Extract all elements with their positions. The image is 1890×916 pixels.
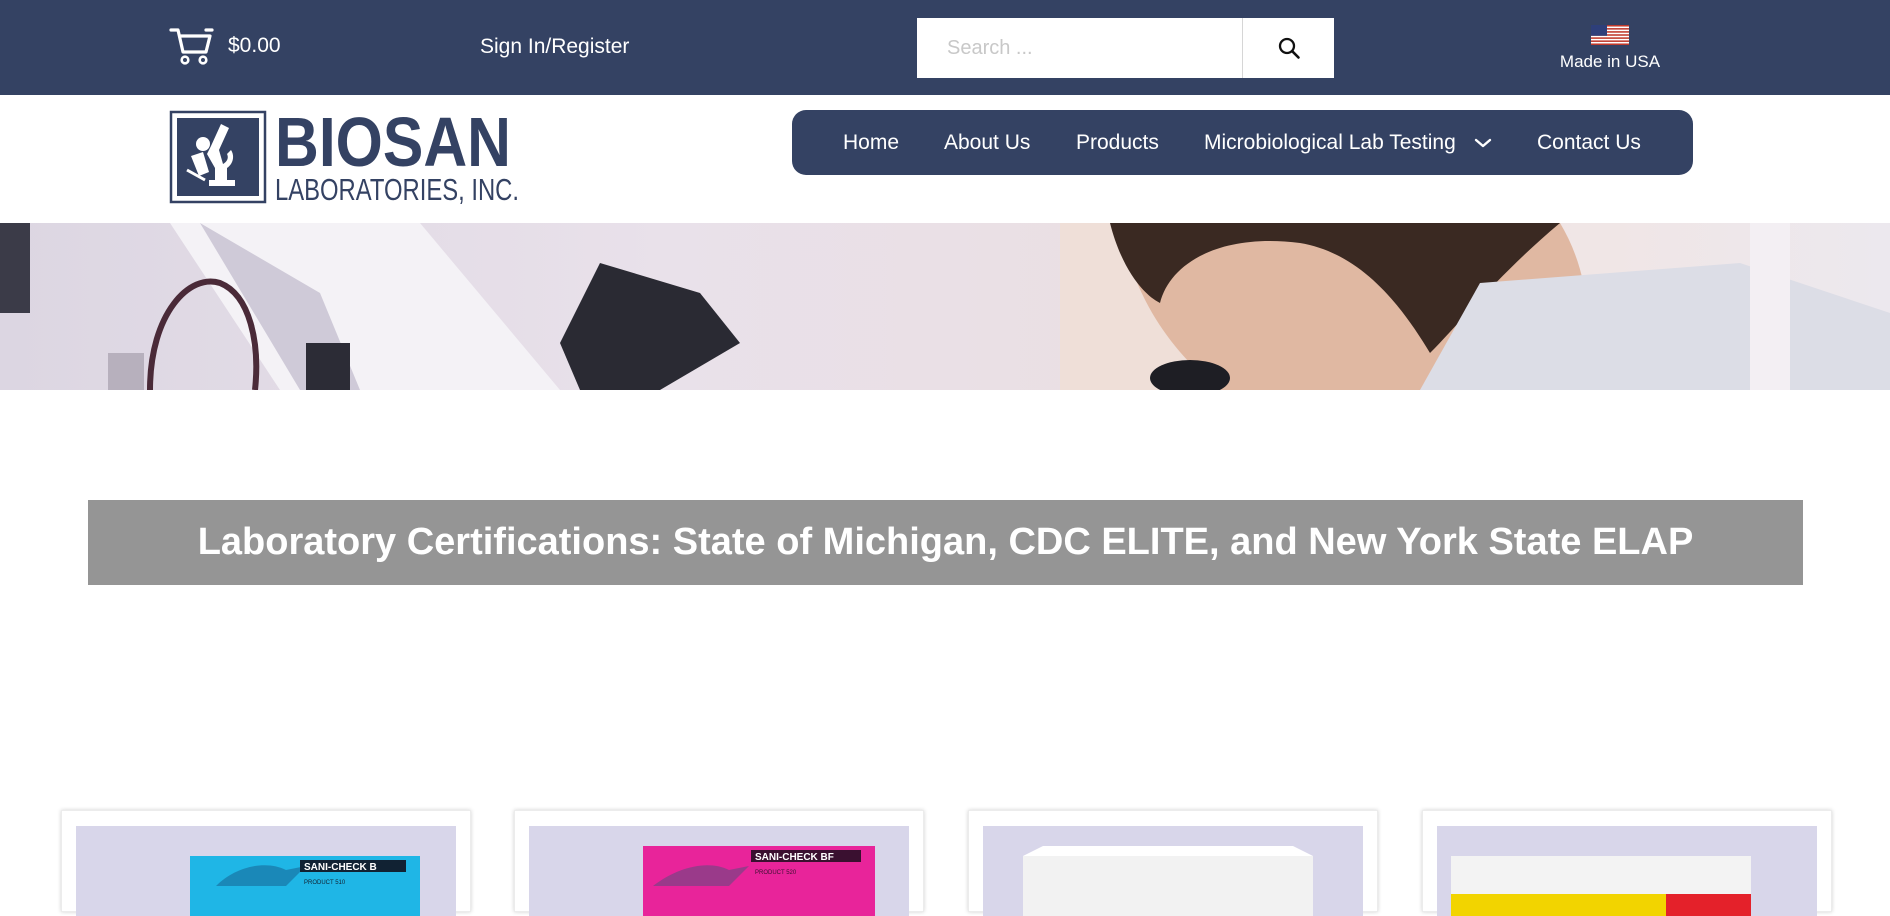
nav-about-us[interactable]: About Us — [944, 131, 1030, 155]
nav-microbiological-lab-testing-label: Microbiological Lab Testing — [1204, 131, 1456, 154]
product-box — [1023, 856, 1313, 916]
chevron-down-icon — [1474, 139, 1491, 148]
logo-subtitle: LABORATORIES, INC. — [275, 172, 519, 207]
product-box-label: SANI-CHECK B — [304, 862, 377, 873]
product-image: SANI-CHECK BF PRODUCT 520 — [529, 826, 909, 916]
top-bar: $0.00 Sign In/Register Made in USA — [0, 0, 1890, 95]
nav-microbiological-lab-testing[interactable]: Microbiological Lab Testing — [1204, 131, 1492, 155]
cart-total: $0.00 — [228, 34, 281, 57]
product-image: SANI-CHECK B PRODUCT 510 — [76, 826, 456, 916]
nav-home[interactable]: Home — [843, 131, 899, 155]
made-in-usa-badge: Made in USA — [1540, 25, 1680, 72]
sign-in-register-link[interactable]: Sign In/Register — [480, 35, 629, 59]
made-in-usa-label: Made in USA — [1559, 52, 1661, 71]
cart-icon — [169, 28, 214, 65]
product-image — [983, 826, 1363, 916]
search-button[interactable] — [1243, 18, 1334, 78]
product-card[interactable] — [1422, 810, 1832, 916]
biosan-logo-icon: BIOSAN LABORATORIES, INC. — [169, 103, 519, 207]
product-card[interactable] — [968, 810, 1378, 916]
site-logo[interactable]: BIOSAN LABORATORIES, INC. — [169, 103, 519, 210]
cart-link[interactable]: $0.00 — [169, 26, 281, 66]
us-flag-icon — [1591, 25, 1629, 45]
product-box-label: SANI-CHECK BF — [755, 852, 834, 863]
product-number: PRODUCT 520 — [755, 870, 797, 876]
logo-title: BIOSAN — [275, 110, 511, 181]
certifications-banner: Laboratory Certifications: State of Mich… — [88, 500, 1803, 585]
search-icon — [1278, 37, 1300, 59]
product-number: PRODUCT 510 — [304, 880, 346, 886]
search-input[interactable] — [917, 18, 1243, 78]
product-image — [1437, 826, 1817, 916]
hero-image — [0, 223, 1890, 390]
nav-contact-us[interactable]: Contact Us — [1537, 131, 1641, 155]
product-card[interactable]: SANI-CHECK BF PRODUCT 520 — [514, 810, 924, 916]
product-card[interactable]: SANI-CHECK B PRODUCT 510 — [61, 810, 471, 916]
main-nav: Home About Us Products Microbiological L… — [792, 110, 1693, 175]
nav-products[interactable]: Products — [1076, 131, 1159, 155]
page-heading: Laboratory Certifications: State of Mich… — [197, 521, 1694, 563]
search-form — [917, 18, 1334, 78]
